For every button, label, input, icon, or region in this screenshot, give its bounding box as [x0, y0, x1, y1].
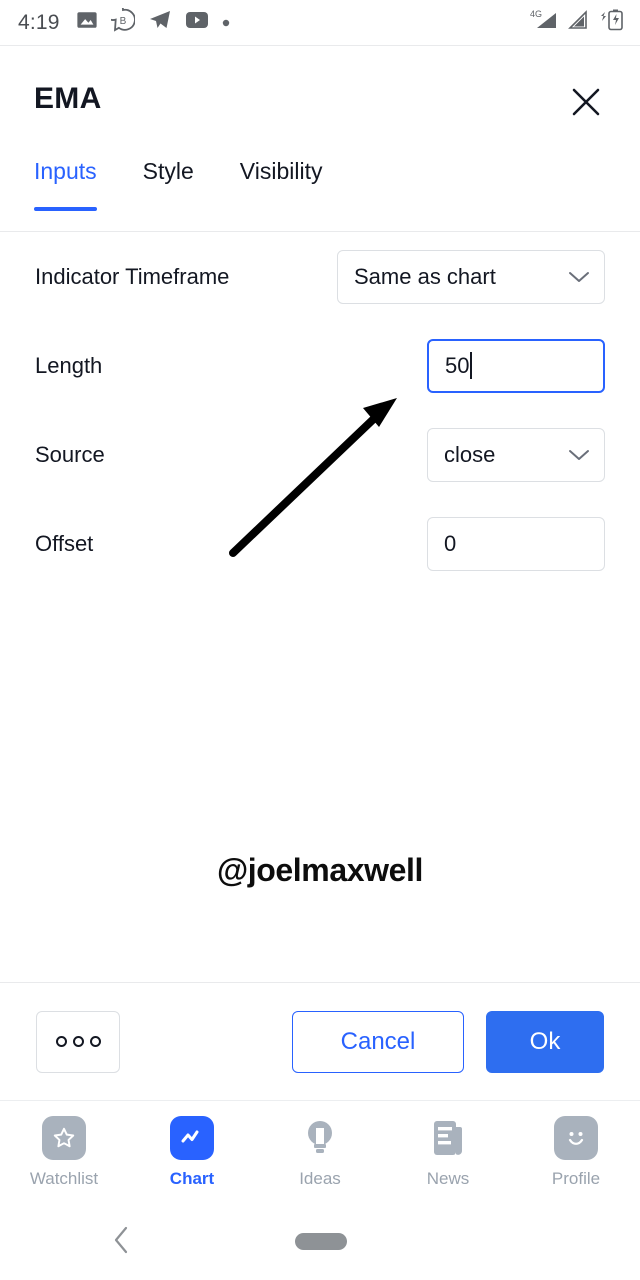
more-options-button[interactable]: [36, 1010, 120, 1073]
row-source: Source close: [0, 410, 640, 499]
tab-inputs[interactable]: Inputs: [34, 158, 97, 211]
label-offset: Offset: [35, 530, 94, 556]
messenger-b-icon: B: [101, 0, 136, 37]
tab-visibility[interactable]: Visibility: [240, 158, 323, 211]
nav-item-news[interactable]: News: [384, 1116, 512, 1189]
back-chevron-icon[interactable]: [110, 1224, 134, 1261]
tab-style[interactable]: Style: [143, 158, 194, 211]
close-icon: [569, 85, 603, 124]
label-length: Length: [35, 352, 103, 378]
nav-label-news: News: [426, 1169, 470, 1188]
bottom-navigation: Watchlist Chart Ideas News Profile: [0, 1100, 640, 1204]
chevron-down-icon: [568, 448, 590, 462]
offset-value: 0: [444, 530, 457, 556]
watermark-text: @joelmaxwell: [216, 852, 424, 888]
dialog-footer: Cancel Ok: [0, 983, 640, 1100]
indicator-timeframe-value: Same as chart: [354, 263, 496, 289]
label-source: Source: [35, 441, 105, 467]
nav-item-ideas[interactable]: Ideas: [256, 1116, 384, 1189]
close-button[interactable]: [566, 84, 606, 124]
status-system-icons: 4G: [528, 8, 626, 37]
home-pill-indicator[interactable]: [295, 1233, 347, 1250]
svg-text:4G: 4G: [530, 9, 542, 19]
ok-button[interactable]: Ok: [486, 1010, 604, 1073]
status-time: 4:19: [18, 10, 60, 34]
signal-icon: [567, 8, 589, 37]
offset-input[interactable]: 0: [427, 516, 605, 571]
dot-icon: [89, 1036, 101, 1047]
youtube-icon: [185, 10, 209, 35]
source-select[interactable]: close: [427, 427, 605, 482]
tab-bar: Inputs Style Visibility: [0, 158, 640, 232]
telegram-icon: [148, 8, 172, 37]
smiley-face-icon: [554, 1116, 598, 1160]
status-bar: 4:19 B 4G: [0, 0, 640, 46]
inputs-form: Indicator Timeframe Same as chart Length…: [0, 232, 640, 588]
battery-charging-icon: [598, 8, 626, 37]
android-system-nav: [0, 1204, 640, 1280]
nav-item-profile[interactable]: Profile: [512, 1116, 640, 1189]
page-title: EMA: [34, 82, 102, 115]
news-document-icon: [426, 1116, 470, 1160]
nav-label-ideas: Ideas: [299, 1169, 341, 1188]
length-value: 50: [445, 352, 470, 378]
nav-label-profile: Profile: [551, 1169, 601, 1188]
chart-line-icon: [170, 1116, 214, 1160]
dot-icon: [72, 1036, 84, 1047]
chevron-down-icon: [568, 270, 590, 284]
nav-label-watchlist: Watchlist: [29, 1169, 99, 1188]
dot-icon: [55, 1036, 67, 1047]
indicator-timeframe-select[interactable]: Same as chart: [337, 249, 605, 304]
source-value: close: [444, 441, 496, 467]
nav-item-watchlist[interactable]: Watchlist: [0, 1116, 128, 1189]
row-indicator-timeframe: Indicator Timeframe Same as chart: [0, 232, 640, 321]
cancel-button[interactable]: Cancel: [292, 1010, 464, 1073]
nav-item-chart[interactable]: Chart: [128, 1116, 256, 1189]
text-cursor: [470, 352, 473, 379]
svg-text:B: B: [119, 16, 126, 27]
signal-4g-icon: 4G: [528, 8, 558, 37]
lightbulb-icon: [298, 1116, 342, 1160]
row-offset: Offset 0: [0, 499, 640, 588]
nav-label-chart: Chart: [169, 1169, 215, 1188]
app-root: 4:19 B 4G EMA Inputs Style Visibility In…: [0, 0, 640, 1280]
label-indicator-timeframe: Indicator Timeframe: [35, 263, 230, 289]
dot-icon: [222, 14, 230, 32]
row-length: Length 50: [0, 321, 640, 410]
status-notification-icons: B: [76, 0, 230, 37]
star-icon: [42, 1116, 86, 1160]
gallery-icon: [76, 9, 98, 36]
length-input[interactable]: 50: [427, 338, 605, 393]
